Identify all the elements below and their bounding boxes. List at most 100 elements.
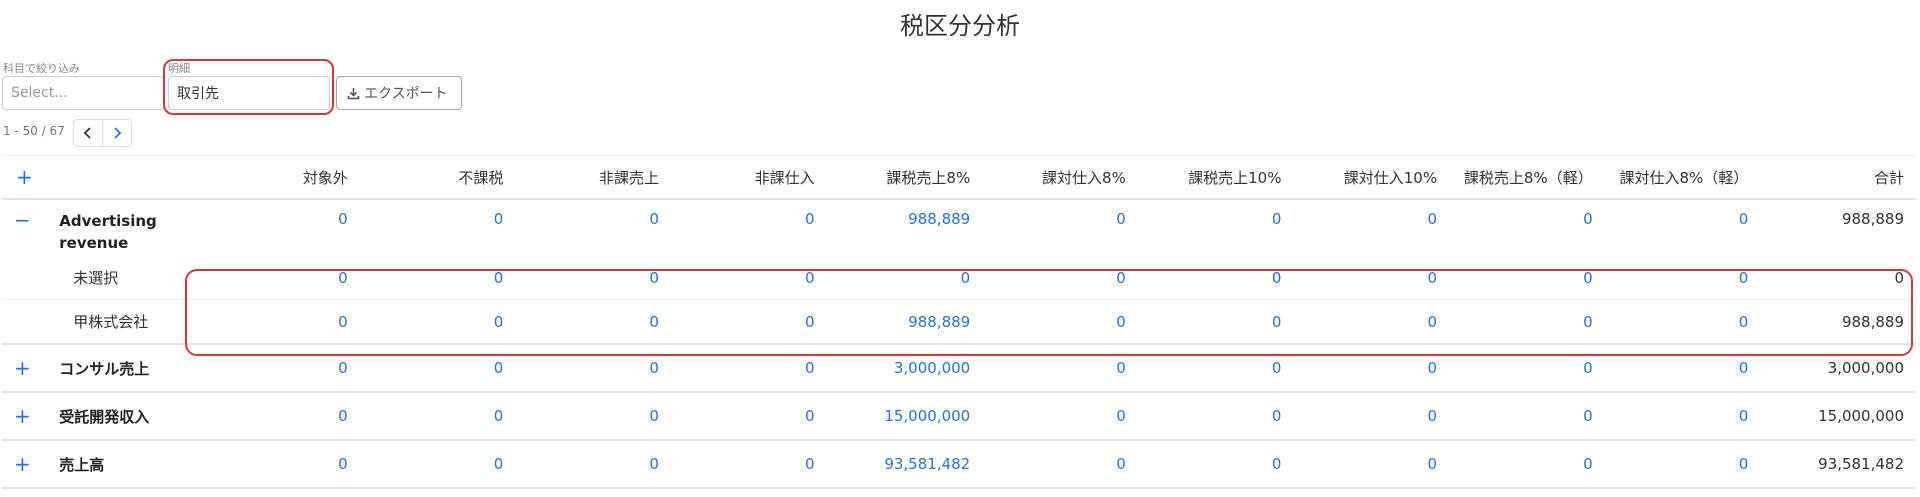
table-header: + 対象外 不課税 非課売上 非課仕入 課税売上8% 課対仕入8% 課税売上10… — [2, 155, 1916, 200]
cell-value[interactable]: 0 — [982, 440, 1138, 489]
cell-value[interactable]: 0 — [204, 256, 360, 300]
cell-value[interactable]: 0 — [359, 392, 516, 441]
cell-value[interactable]: 0 — [1293, 392, 1450, 441]
cell-value[interactable]: 0 — [1137, 392, 1294, 441]
cell-value[interactable]: 988,889 — [827, 199, 983, 256]
cell-value[interactable]: 0 — [1293, 199, 1449, 256]
row-total: 3,000,000 — [1760, 344, 1916, 393]
cell-value[interactable]: 0 — [1604, 392, 1761, 441]
row-total: 93,581,482 — [1760, 440, 1916, 489]
cell-value[interactable]: 93,581,482 — [826, 440, 983, 489]
detail-filter-select[interactable]: 取引先 — [168, 76, 330, 110]
cell-value[interactable]: 0 — [670, 392, 827, 441]
cell-value[interactable]: 0 — [515, 392, 671, 441]
table-row: − Advertising revenue 0 0 0 0 988,889 0 … — [2, 199, 1916, 256]
cell-value[interactable]: 0 — [1137, 344, 1294, 393]
cell-value[interactable]: 0 — [670, 440, 827, 489]
cell-value[interactable]: 0 — [982, 256, 1138, 300]
cell-value[interactable]: 0 — [1449, 392, 1605, 441]
expand-row-button[interactable]: + — [2, 344, 60, 393]
account-filter-select[interactable]: Select... — [2, 76, 165, 110]
expand-row-button[interactable]: + — [2, 392, 60, 441]
cell-value[interactable]: 0 — [515, 344, 671, 393]
cell-value[interactable]: 0 — [1604, 344, 1761, 393]
plus-icon: + — [14, 404, 31, 428]
cell-value[interactable]: 0 — [1293, 256, 1450, 300]
row-total: 988,889 — [1841, 210, 1904, 228]
column-header: 課税売上10% — [1137, 155, 1294, 200]
export-button[interactable]: エクスポート — [336, 76, 462, 110]
row-name: 受託開発収入 — [59, 392, 205, 441]
expand-all-button[interactable]: + — [2, 155, 60, 200]
table-row: + 受託開発収入 0 0 0 0 15,000,000 0 0 0 0 0 15… — [2, 392, 1916, 441]
row-name: コンサル売上 — [59, 344, 205, 393]
cell-value[interactable]: 0 — [359, 256, 516, 300]
prev-page-button[interactable] — [73, 119, 103, 147]
cell-value[interactable]: 0 — [359, 299, 516, 345]
cell-value[interactable]: 0 — [1449, 199, 1605, 256]
cell-value[interactable]: 0 — [204, 392, 360, 441]
column-header: 課対仕入8%（軽） — [1604, 155, 1761, 200]
pagination-range: 1 - 50 / 67 — [3, 124, 65, 138]
cell-value[interactable]: 3,000,000 — [826, 344, 983, 393]
cell-value[interactable]: 0 — [982, 392, 1138, 441]
cell-value[interactable]: 0 — [515, 299, 671, 345]
account-filter-label: 科目で絞り込み — [3, 62, 80, 75]
cell-value[interactable]: 0 — [1137, 256, 1294, 300]
expand-row-button[interactable]: + — [2, 440, 60, 489]
tax-analysis-table: + 対象外 不課税 非課売上 非課仕入 課税売上8% 課対仕入8% 課税売上10… — [2, 155, 1916, 489]
cell-value[interactable]: 0 — [204, 344, 360, 393]
cell-value[interactable]: 0 — [982, 344, 1138, 393]
cell-value[interactable]: 988,889 — [826, 299, 983, 345]
cell-value[interactable]: 0 — [1293, 344, 1450, 393]
cell-value[interactable]: 0 — [359, 440, 516, 489]
cell-value[interactable]: 0 — [1605, 199, 1761, 256]
cell-value[interactable]: 0 — [1293, 299, 1450, 345]
column-header: 課税売上8% — [826, 155, 983, 200]
cell-value[interactable]: 0 — [670, 299, 827, 345]
plus-icon: + — [14, 452, 31, 476]
cell-value[interactable]: 0 — [1449, 344, 1605, 393]
chevron-left-icon — [83, 124, 93, 143]
cell-value[interactable]: 0 — [826, 256, 983, 300]
table-row: + 売上高 0 0 0 0 93,581,482 0 0 0 0 0 93,58… — [2, 440, 1916, 489]
column-header: 不課税 — [359, 155, 516, 200]
cell-value[interactable]: 15,000,000 — [826, 392, 983, 441]
cell-value[interactable]: 0 — [1449, 256, 1605, 300]
cell-value[interactable]: 0 — [1293, 440, 1450, 489]
cell-value[interactable]: 0 — [1137, 299, 1294, 345]
chevron-right-icon — [112, 124, 122, 143]
next-page-button[interactable] — [102, 119, 132, 147]
minus-icon: − — [14, 208, 31, 232]
cell-value[interactable]: 0 — [515, 440, 671, 489]
collapse-row-button[interactable]: − — [2, 199, 59, 256]
cell-value[interactable]: 0 — [204, 440, 360, 489]
plus-icon: + — [16, 165, 33, 189]
column-header: 課対仕入8% — [982, 155, 1138, 200]
column-header: 合計 — [1760, 155, 1916, 200]
column-header: 対象外 — [204, 155, 360, 200]
cell-value[interactable]: 0 — [204, 199, 360, 256]
cell-value[interactable]: 0 — [1449, 440, 1605, 489]
cell-value[interactable]: 0 — [515, 199, 671, 256]
cell-value[interactable]: 0 — [360, 199, 516, 256]
row-name: Advertising revenue — [59, 212, 157, 252]
cell-value[interactable]: 0 — [671, 199, 827, 256]
cell-value[interactable]: 0 — [359, 344, 516, 393]
cell-value[interactable]: 0 — [1604, 256, 1761, 300]
cell-value[interactable]: 0 — [670, 344, 827, 393]
cell-value[interactable]: 0 — [982, 299, 1138, 345]
name-column-header — [59, 155, 205, 200]
column-header: 課対仕入10% — [1293, 155, 1450, 200]
plus-icon: + — [14, 356, 31, 380]
column-header: 非課売上 — [515, 155, 671, 200]
cell-value[interactable]: 0 — [515, 256, 671, 300]
cell-value[interactable]: 0 — [1138, 199, 1294, 256]
cell-value[interactable]: 0 — [1604, 299, 1761, 345]
cell-value[interactable]: 0 — [982, 199, 1138, 256]
cell-value[interactable]: 0 — [1137, 440, 1294, 489]
cell-value[interactable]: 0 — [1604, 440, 1761, 489]
cell-value[interactable]: 0 — [670, 256, 827, 300]
cell-value[interactable]: 0 — [1449, 299, 1605, 345]
cell-value[interactable]: 0 — [204, 299, 360, 345]
